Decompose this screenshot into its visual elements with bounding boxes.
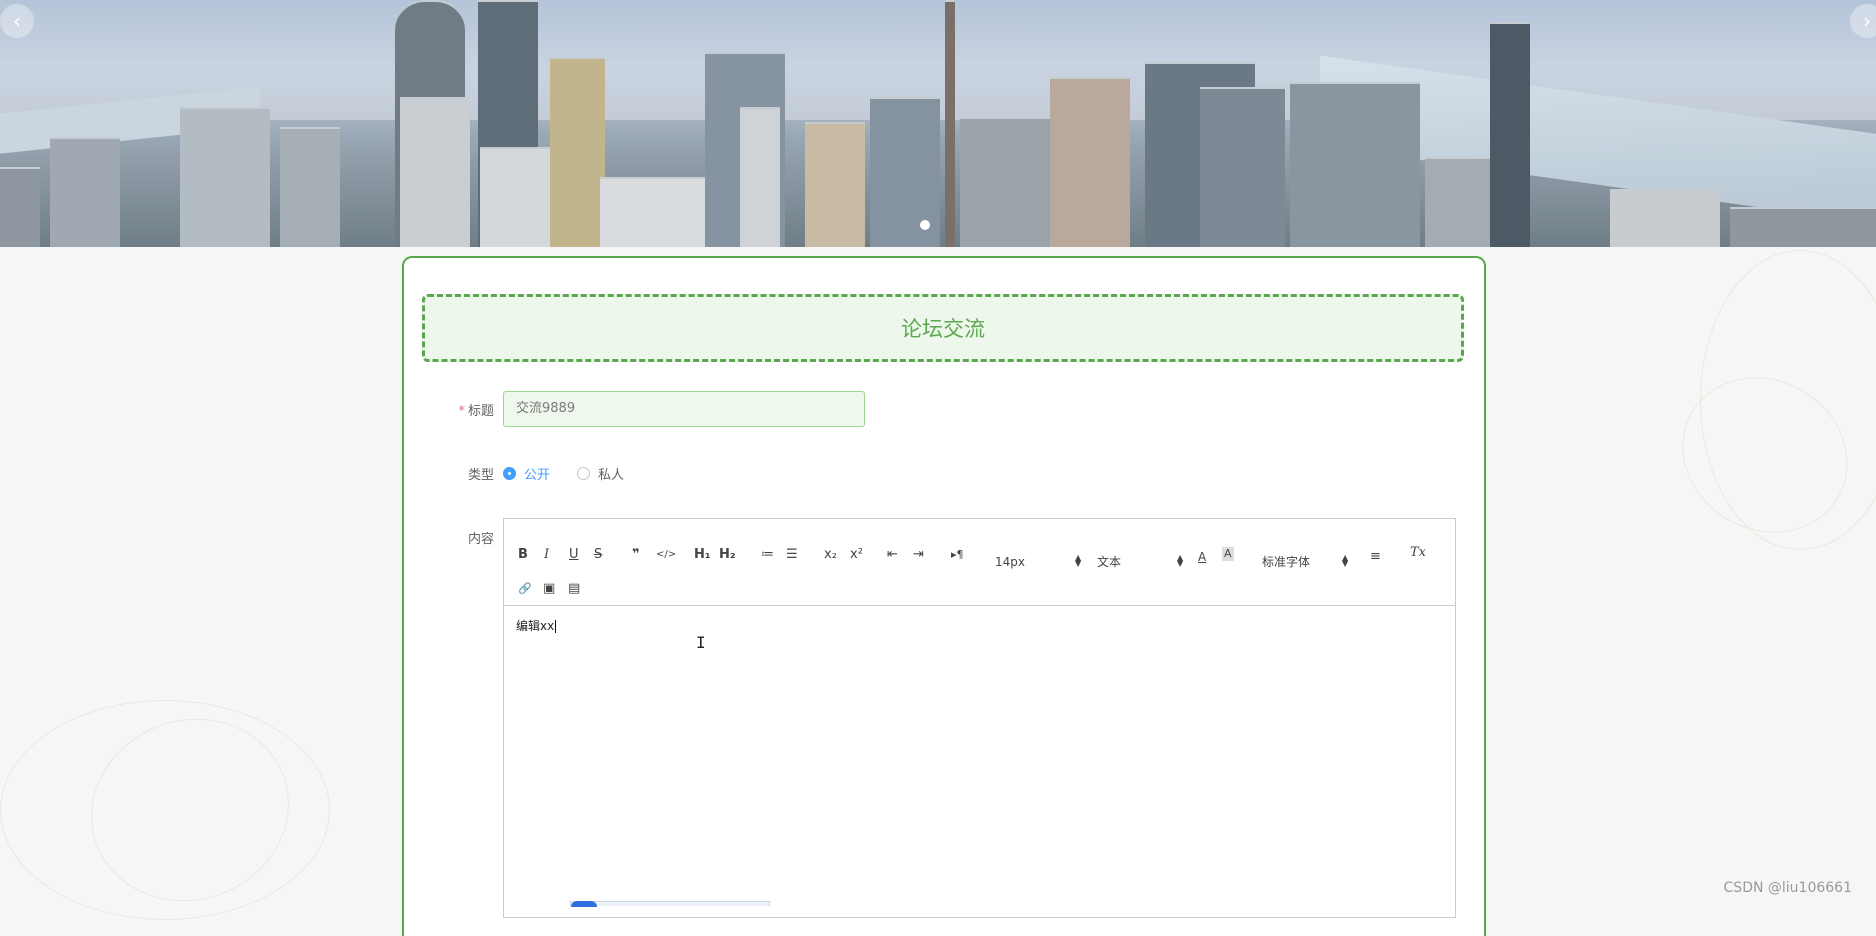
ordered-list-button[interactable]: ≔ <box>761 545 774 565</box>
heading2-button[interactable]: H₂ <box>719 545 736 565</box>
radio-checked-icon <box>503 467 516 480</box>
banner-building <box>1610 189 1720 247</box>
title-field-label: * 标题 <box>414 400 494 419</box>
superscript-button[interactable]: x² <box>850 545 863 565</box>
header-picker[interactable]: 文本 ▲ ▼ <box>1097 552 1187 572</box>
radio-label-public: 公开 <box>524 468 551 483</box>
title-label-text: 标题 <box>467 404 494 419</box>
select-arrows-icon: ▲ ▼ <box>1075 553 1082 568</box>
font-color-button[interactable]: A <box>1198 547 1206 567</box>
header-picker-value: 文本 <box>1097 555 1122 569</box>
editor-toolbar: B I U S ❞ </> H₁ H₂ ≔ ☰ x₂ x² ⇤ ⇥ ▸¶ 14p… <box>504 519 1455 606</box>
subscript-button[interactable]: x₂ <box>824 545 837 565</box>
banner-building <box>1200 87 1285 247</box>
outdent-button[interactable]: ⇤ <box>887 545 898 565</box>
bottom-control-peek[interactable] <box>570 901 770 907</box>
image-button[interactable]: ▣ <box>543 579 555 599</box>
bullet-list-button[interactable]: ☰ <box>786 545 798 565</box>
banner-indicator-dot[interactable] <box>920 220 930 230</box>
rich-text-editor: B I U S ❞ </> H₁ H₂ ≔ ☰ x₂ x² ⇤ ⇥ ▸¶ 14p… <box>503 518 1456 918</box>
banner-building <box>1730 207 1876 247</box>
chevron-left-icon: ‹ <box>13 9 21 33</box>
banner-building <box>805 122 865 247</box>
required-mark: * <box>458 404 465 419</box>
editor-content[interactable]: 编辑xx <box>504 607 1455 917</box>
banner-carousel: ‹ › <box>0 0 1876 247</box>
banner-building <box>0 167 40 247</box>
banner-building <box>740 107 780 247</box>
banner-building <box>945 0 955 247</box>
blockquote-button[interactable]: ❞ <box>632 545 640 565</box>
chevron-right-icon: › <box>1863 9 1871 33</box>
type-field-label: 类型 <box>467 468 494 483</box>
banner-building <box>550 57 605 247</box>
banner-prev-button[interactable]: ‹ <box>0 4 34 38</box>
title-input[interactable]: 交流9889 <box>503 391 865 427</box>
banner-building <box>180 107 270 247</box>
select-arrows-icon: ▲ ▼ <box>1177 553 1184 568</box>
font-size-value: 14px <box>995 555 1025 569</box>
underline-button[interactable]: U <box>569 545 579 565</box>
link-button[interactable]: 🔗 <box>518 579 532 599</box>
font-family-value: 标准字体 <box>1262 555 1311 569</box>
content-field-label: 内容 <box>467 532 494 547</box>
font-family-picker[interactable]: 标准字体 ▲ ▼ <box>1262 552 1352 572</box>
align-button[interactable]: ≡ <box>1370 547 1381 567</box>
watermark: CSDN @liu106661 <box>1723 880 1852 896</box>
type-radio-private[interactable]: 私人 <box>577 464 624 483</box>
text-direction-button[interactable]: ▸¶ <box>951 545 964 565</box>
text-caret <box>555 620 557 633</box>
page-title: 论坛交流 <box>422 294 1464 362</box>
italic-button[interactable]: I <box>544 545 549 565</box>
video-button[interactable]: ▤ <box>568 579 580 599</box>
banner-building <box>400 97 470 247</box>
banner-building <box>1050 77 1130 247</box>
bold-button[interactable]: B <box>518 545 528 565</box>
clear-format-button[interactable]: Tx <box>1410 543 1426 563</box>
strike-button[interactable]: S <box>594 545 602 565</box>
editor-content-text: 编辑xx <box>516 619 555 633</box>
radio-unchecked-icon <box>577 467 590 480</box>
type-radio-public[interactable]: 公开 <box>503 464 550 483</box>
background-color-button[interactable]: A <box>1222 547 1234 561</box>
mouse-ibeam-cursor-icon: I <box>696 633 706 652</box>
slider-knob[interactable] <box>571 901 597 907</box>
radio-label-private: 私人 <box>598 468 625 483</box>
heading1-button[interactable]: H₁ <box>694 545 711 565</box>
banner-building <box>1490 22 1530 247</box>
banner-building <box>1290 82 1420 247</box>
banner-building <box>50 137 120 247</box>
font-size-picker[interactable]: 14px ▲ ▼ <box>995 552 1085 572</box>
banner-building <box>280 127 340 247</box>
banner-next-button[interactable]: › <box>1850 4 1876 38</box>
code-block-button[interactable]: </> <box>656 545 676 565</box>
select-arrows-icon: ▲ ▼ <box>1342 553 1349 568</box>
indent-button[interactable]: ⇥ <box>913 545 924 565</box>
